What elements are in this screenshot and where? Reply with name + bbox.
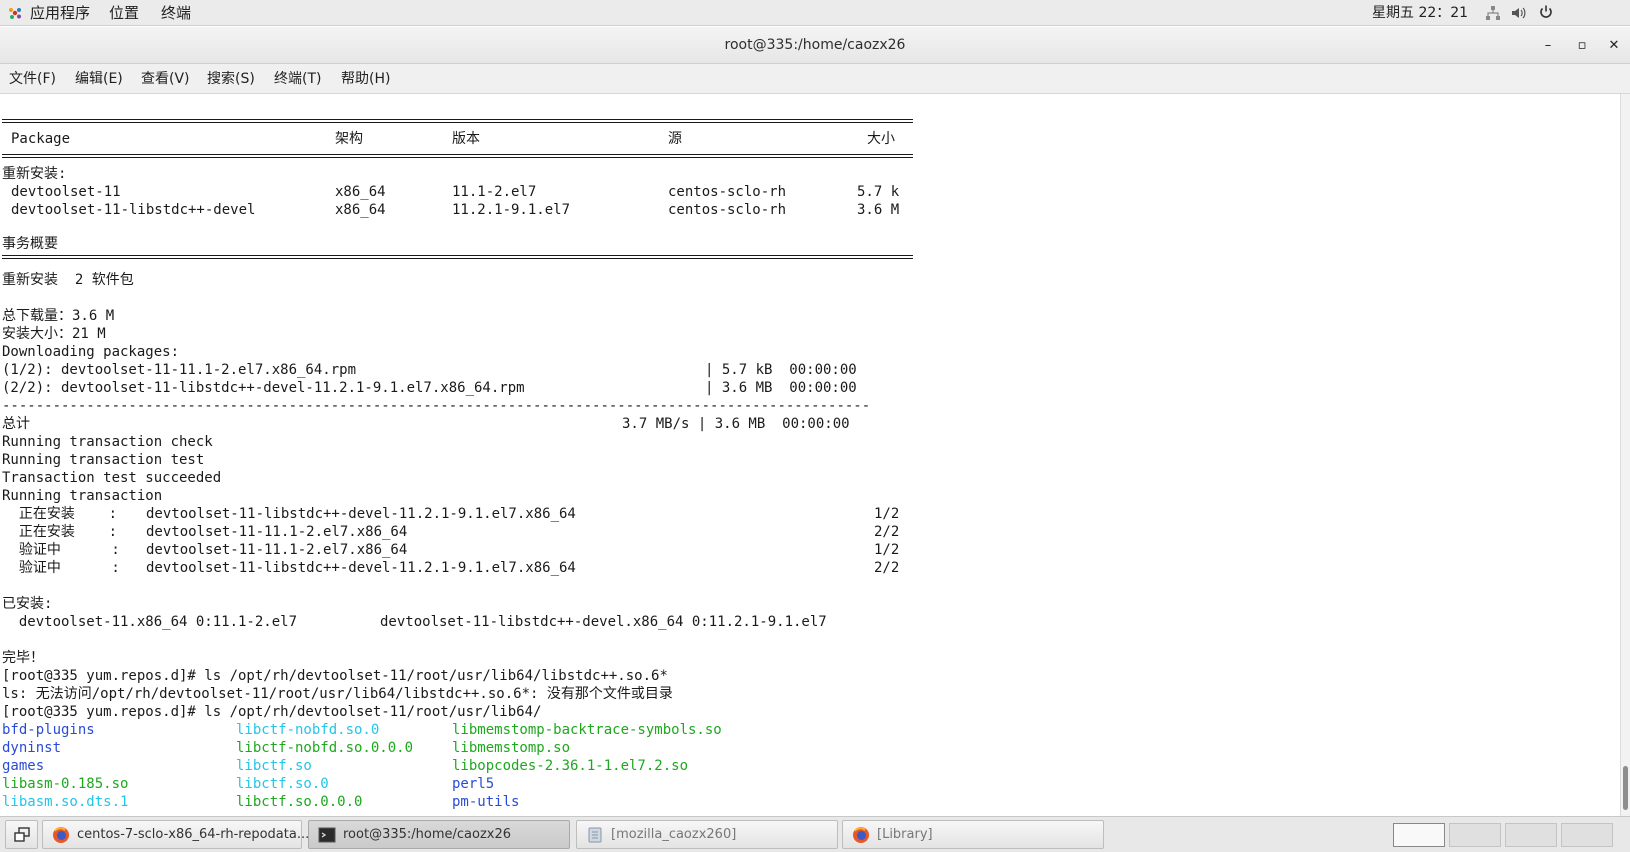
folder-icon (588, 827, 602, 843)
workspace-4[interactable] (1561, 823, 1613, 847)
command-line: [root@335 yum.repos.d]# ls /opt/rh/devto… (2, 668, 668, 684)
close-button[interactable]: ✕ (1604, 36, 1624, 56)
transaction-step: 验证中 : devtoolset-11-libstdc++-devel-11.2… (2, 560, 900, 576)
menubar: 文件(F) 编辑(E) 查看(V) 搜索(S) 终端(T) 帮助(H) (0, 64, 1630, 94)
menu-help[interactable]: 帮助(H) (341, 69, 390, 89)
menu-file[interactable]: 文件(F) (9, 69, 56, 89)
task-firefox-repodata[interactable]: centos-7-sclo-x86_64-rh-repodata... (42, 820, 309, 849)
firefox-icon (853, 827, 869, 843)
terminal-output[interactable]: Package 架构 版本 源 大小 重新安装: devtoolset-11 x… (0, 94, 1620, 816)
applications-icon[interactable] (8, 6, 22, 20)
task-label: [Library] (877, 827, 933, 842)
download-line: (2/2): devtoolset-11-libstdc++-devel-11.… (2, 380, 857, 396)
table-rule (2, 119, 913, 123)
transaction-test: Running transaction test (2, 452, 205, 468)
network-icon[interactable] (1485, 5, 1501, 21)
installed-label: 已安装: (2, 596, 53, 612)
table-rule (2, 255, 913, 259)
minimize-button[interactable]: – (1538, 36, 1558, 56)
transaction-succeeded: Transaction test succeeded (2, 470, 222, 486)
firefox-icon (53, 827, 69, 843)
window-title: root@335:/home/caozx26 (724, 37, 906, 53)
terminal-scrollbar[interactable] (1620, 94, 1630, 816)
table-row: devtoolset-11-libstdc++-devel x86_64 11.… (11, 202, 900, 218)
listing-row: libasm-0.185.so libctf.so.0 perl5 (2, 776, 495, 792)
show-desktop-button[interactable] (5, 820, 38, 849)
menu-search[interactable]: 搜索(S) (207, 69, 255, 89)
window-titlebar[interactable]: root@335:/home/caozx26 – ▫ ✕ (0, 27, 1630, 64)
show-desktop-icon (14, 827, 30, 842)
running-transaction: Running transaction (2, 488, 163, 504)
installed-packages: devtoolset-11.x86_64 0:11.1-2.el7 devtoo… (2, 614, 827, 630)
scrollbar-thumb[interactable] (1623, 766, 1628, 810)
transaction-step: 验证中 : devtoolset-11-11.1-2.el7.x86_64 1/… (2, 542, 900, 558)
reinstall-label: 重新安装: (2, 166, 67, 182)
task-label: [mozilla_caozx260] (611, 827, 737, 842)
task-label: centos-7-sclo-x86_64-rh-repodata... (77, 827, 310, 842)
menu-edit[interactable]: 编辑(E) (75, 69, 123, 89)
download-line: (1/2): devtoolset-11-11.1-2.el7.x86_64.r… (2, 362, 857, 378)
listing-row: libasm.so.dts.1 libctf.so.0.0.0 pm-utils (2, 794, 520, 810)
error-line: ls: 无法访问/opt/rh/devtoolset-11/root/usr/l… (2, 686, 673, 702)
task-file-manager[interactable]: [mozilla_caozx260] (576, 820, 838, 849)
task-library[interactable]: [Library] (842, 820, 1104, 849)
done-message: 完毕！ (2, 650, 44, 666)
install-size: 安装大小：21 M (2, 326, 106, 342)
summary-label: 事务概要 (2, 236, 58, 252)
taskbar: centos-7-sclo-x86_64-rh-repodata... root… (0, 816, 1630, 852)
listing-row: games libctf.so libopcodes-2.36.1-1.el7.… (2, 758, 689, 774)
total-line: 总计 3.7 MB/s | 3.6 MB 00:00:00 (2, 416, 850, 432)
clock[interactable]: 星期五 22：21 (1372, 3, 1468, 23)
total-download: 总下载量：3.6 M (2, 308, 115, 324)
top-panel: 应用程序 位置 终端 星期五 22：21 (0, 0, 1630, 26)
applications-menu[interactable]: 应用程序 (30, 3, 90, 23)
table-row: devtoolset-11 x86_64 11.1-2.el7 centos-s… (11, 184, 900, 200)
menu-terminal[interactable]: 终端(T) (274, 69, 321, 89)
maximize-button[interactable]: ▫ (1572, 36, 1592, 56)
task-terminal[interactable]: root@335:/home/caozx26 (308, 820, 570, 849)
task-label: root@335:/home/caozx26 (343, 827, 511, 842)
terminal-icon (318, 827, 336, 843)
power-icon[interactable] (1538, 4, 1554, 20)
downloading-label: Downloading packages: (2, 344, 180, 360)
workspace-3[interactable] (1505, 823, 1557, 847)
terminal-app-menu[interactable]: 终端 (161, 3, 191, 23)
transaction-step: 正在安装 : devtoolset-11-libstdc++-devel-11.… (2, 506, 900, 522)
volume-icon[interactable] (1510, 5, 1526, 21)
workspace-2[interactable] (1449, 823, 1501, 847)
table-rule (2, 154, 913, 158)
table-header: Package 架构 版本 源 大小 (11, 131, 895, 147)
dash-separator: ----------------------------------------… (2, 398, 871, 414)
listing-row: bfd-plugins libctf-nobfd.so.0 libmemstom… (2, 722, 722, 738)
menu-view[interactable]: 查看(V) (141, 69, 190, 89)
command-line: [root@335 yum.repos.d]# ls /opt/rh/devto… (2, 704, 542, 720)
places-menu[interactable]: 位置 (109, 3, 139, 23)
workspace-1[interactable] (1393, 823, 1445, 847)
transaction-step: 正在安装 : devtoolset-11-11.1-2.el7.x86_64 2… (2, 524, 900, 540)
reinstall-count: 重新安装 2 软件包 (2, 272, 134, 288)
listing-row: dyninst libctf-nobfd.so.0.0.0 libmemstom… (2, 740, 571, 756)
transaction-check: Running transaction check (2, 434, 213, 450)
